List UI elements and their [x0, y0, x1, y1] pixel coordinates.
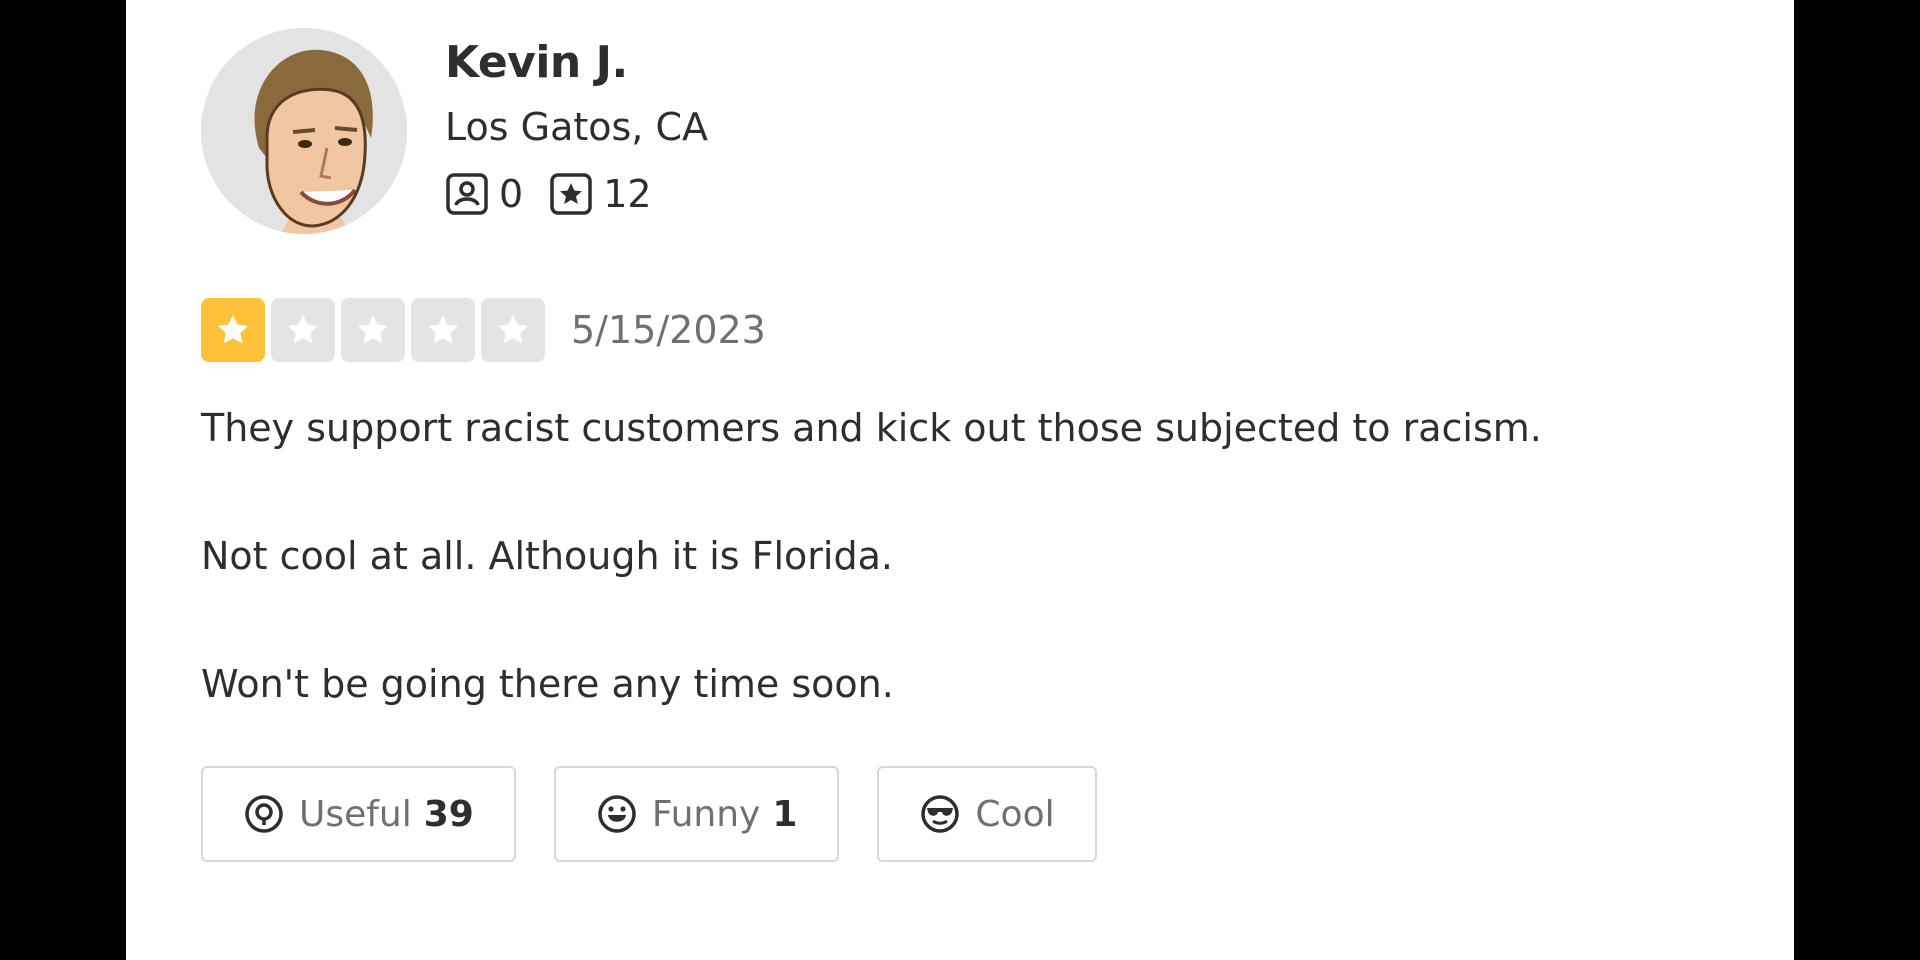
review-paragraph: Not cool at all. Although it is Florida.	[201, 534, 893, 578]
star-empty-icon	[411, 298, 475, 362]
useful-button[interactable]: Useful 39	[201, 766, 516, 862]
useful-label: Useful	[299, 793, 412, 835]
star-rating	[201, 298, 551, 362]
star-icon	[497, 314, 529, 344]
review-text: They support racist customers and kick o…	[201, 396, 1761, 716]
user-avatar[interactable]	[201, 28, 407, 234]
user-name[interactable]: Kevin J.	[445, 34, 708, 92]
reaction-buttons: Useful 39 Funny 1 Cool	[201, 766, 1761, 862]
avatar-portrait-icon	[201, 28, 407, 234]
review-card-frame: Kevin J. Los Gatos, CA 0 12 5/15/2023 Th…	[126, 0, 1794, 960]
useful-icon	[245, 795, 283, 833]
user-header: Kevin J. Los Gatos, CA 0 12	[201, 28, 1761, 234]
star-icon	[357, 314, 389, 344]
reviews-star-icon	[550, 173, 592, 215]
useful-count: 39	[423, 793, 474, 835]
funny-button[interactable]: Funny 1	[553, 766, 840, 862]
star-icon	[287, 314, 319, 344]
review-date: 5/15/2023	[571, 308, 766, 352]
star-icon	[217, 314, 249, 344]
user-stats: 0 12	[445, 172, 708, 216]
rating-row: 5/15/2023	[201, 298, 1761, 362]
reviews-stat: 12	[549, 172, 652, 216]
funny-label: Funny	[651, 793, 761, 835]
friends-icon	[446, 173, 488, 215]
user-location: Los Gatos, CA	[445, 105, 708, 149]
reviews-count: 12	[603, 172, 652, 216]
star-empty-icon	[271, 298, 335, 362]
friends-count: 0	[499, 172, 524, 216]
review-paragraph: They support racist customers and kick o…	[201, 406, 1542, 450]
star-icon	[427, 314, 459, 344]
cool-label: Cool	[975, 793, 1055, 835]
review-item: Kevin J. Los Gatos, CA 0 12 5/15/2023 Th…	[201, 28, 1761, 862]
funny-count: 1	[772, 793, 798, 835]
star-filled-icon	[201, 298, 265, 362]
user-info: Kevin J. Los Gatos, CA 0 12	[445, 28, 708, 216]
star-empty-icon	[341, 298, 405, 362]
friends-stat: 0	[445, 172, 523, 216]
review-paragraph: Won't be going there any time soon.	[201, 662, 894, 706]
funny-face-icon	[598, 795, 636, 833]
star-empty-icon	[481, 298, 545, 362]
cool-button[interactable]: Cool	[877, 766, 1097, 862]
cool-sunglasses-icon	[921, 795, 960, 833]
